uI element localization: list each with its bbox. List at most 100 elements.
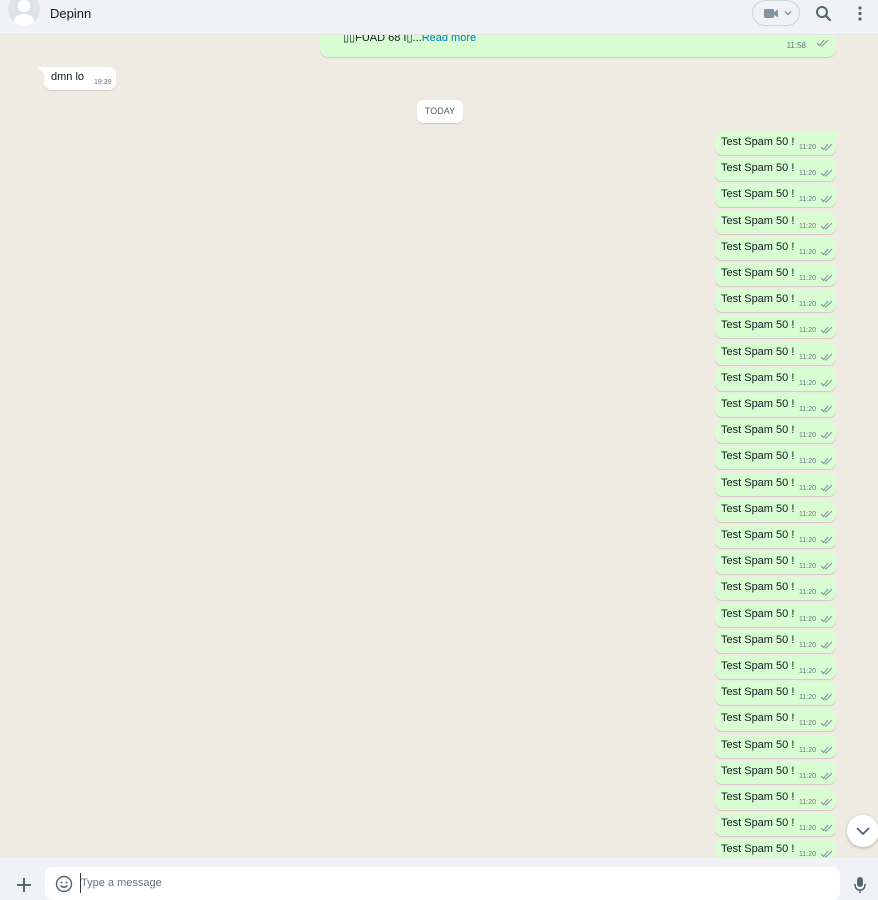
message-text: Test Spam 50 !	[721, 791, 795, 803]
message-time: 11:20	[799, 353, 816, 361]
message-time: 11:20	[799, 301, 816, 309]
outgoing-message: Test Spam 50 ! 11:20	[715, 420, 836, 444]
read-ticks-icon	[820, 615, 833, 623]
menu-button[interactable]	[852, 4, 868, 24]
contact-avatar[interactable]	[8, 0, 40, 26]
message-text: Test Spam 50 !	[721, 529, 795, 541]
message-time: 11:20	[799, 379, 816, 387]
message-text: Test Spam 50 !	[721, 371, 795, 384]
read-ticks-icon	[820, 824, 833, 832]
message-text: Test Spam 50 !	[721, 607, 795, 620]
message-time: 11:20	[799, 144, 816, 151]
date-divider: TODAY	[417, 100, 463, 123]
read-ticks-icon	[820, 300, 833, 308]
attach-button[interactable]	[14, 875, 34, 895]
read-ticks-icon	[820, 562, 833, 570]
scroll-down-button[interactable]	[847, 815, 878, 847]
message-time: 11:20	[799, 432, 816, 440]
message-input[interactable]	[80, 873, 821, 893]
message-time: 19:39	[94, 79, 112, 86]
chat-header: Depinn	[0, 0, 878, 35]
read-ticks-icon	[820, 379, 833, 387]
outgoing-message: Test Spam 50 ! 11:20	[715, 629, 836, 653]
read-ticks-icon	[820, 196, 833, 204]
message-text: dmn lo	[51, 71, 85, 83]
outgoing-message: Test Spam 50 ! 11:20	[715, 525, 836, 548]
outgoing-message: Test Spam 50 ! 11:20	[715, 551, 836, 575]
outgoing-message: Test Spam 50 ! 11:20	[715, 132, 842, 155]
read-ticks-icon	[820, 772, 833, 780]
outgoing-message: Test Spam 50 ! 11:20	[715, 394, 836, 417]
message-text: Test Spam 50 !	[721, 293, 795, 306]
read-ticks-icon	[820, 248, 833, 256]
message-text: Test Spam 50 !	[721, 240, 795, 253]
message-input-box	[45, 867, 840, 900]
message-text: ▯▯FUAD 68 I▯...Read more	[343, 35, 476, 44]
outgoing-message: Test Spam 50 ! 11:20	[715, 315, 836, 339]
incoming-message: dmn lo 19:39	[38, 67, 116, 90]
outgoing-message: Test Spam 50 ! 11:20	[715, 236, 836, 260]
read-ticks-icon	[820, 143, 833, 151]
message-time: 11:20	[799, 746, 816, 754]
read-ticks-icon	[820, 798, 833, 806]
message-text: Test Spam 50 !	[721, 345, 795, 358]
read-ticks-icon	[820, 851, 833, 858]
message-time: 11:20	[799, 615, 816, 623]
message-text: Test Spam 50 !	[721, 764, 795, 777]
message-time: 11:20	[799, 851, 816, 858]
message-time: 11:20	[799, 772, 816, 780]
read-ticks-icon	[820, 405, 833, 413]
message-text: Test Spam 50 !	[721, 738, 795, 751]
chevron-down-icon	[856, 827, 870, 836]
message-time: 11:20	[799, 458, 816, 466]
message-list[interactable]: ▯▯FUAD 68 I▯...Read more 11:58 dmn lo 19…	[0, 35, 878, 858]
message-text: Test Spam 50 !	[721, 502, 795, 515]
read-ticks-icon	[820, 222, 833, 230]
message-time: 11:20	[799, 327, 816, 335]
plus-icon	[17, 878, 31, 892]
message-time: 11:20	[799, 825, 816, 833]
outgoing-message: Test Spam 50 ! 11:20	[715, 263, 836, 286]
message-text: Test Spam 50 !	[721, 476, 795, 489]
outgoing-message: Test Spam 50 ! 11:20	[715, 184, 836, 208]
kebab-menu-icon	[858, 6, 862, 21]
composer-bar	[0, 858, 878, 900]
avatar-body	[12, 14, 36, 26]
outgoing-message-truncated: ▯▯FUAD 68 I▯...Read more 11:58	[320, 35, 836, 57]
video-call-button[interactable]	[752, 0, 800, 26]
read-ticks-icon	[820, 693, 833, 701]
message-time: 11:20	[799, 196, 816, 204]
message-time: 11:20	[799, 563, 816, 571]
outgoing-message: Test Spam 50 ! 11:20	[715, 472, 836, 496]
smiley-icon	[55, 875, 73, 893]
read-more-link[interactable]: Read more	[422, 35, 476, 44]
emoji-button[interactable]	[55, 875, 73, 893]
message-text: Test Spam 50 !	[721, 633, 795, 646]
voice-message-button[interactable]	[852, 875, 868, 895]
read-ticks-icon	[820, 720, 833, 728]
message-time: 11:20	[799, 510, 816, 518]
video-camera-icon	[764, 9, 792, 18]
message-time: 11:20	[799, 170, 816, 178]
message-time: 11:58	[786, 41, 806, 50]
message-text: Test Spam 50 !	[721, 398, 795, 410]
bubble-tail	[38, 67, 44, 74]
outgoing-message: Test Spam 50 ! 11:20	[715, 787, 836, 810]
message-time: 11:20	[799, 248, 816, 256]
read-ticks-icon	[816, 39, 829, 47]
message-time: 11:20	[799, 275, 816, 282]
read-ticks-icon	[820, 641, 833, 649]
outgoing-message: Test Spam 50 ! 11:20	[715, 289, 836, 313]
read-ticks-icon	[820, 353, 833, 361]
outgoing-message: Test Spam 50 ! 11:20	[715, 760, 836, 784]
message-text: Test Spam 50 !	[721, 267, 795, 279]
read-ticks-icon	[820, 327, 833, 335]
outgoing-message: Test Spam 50 ! 11:20	[715, 577, 836, 601]
outgoing-message: Test Spam 50 ! 11:20	[715, 341, 836, 365]
read-ticks-icon	[820, 458, 833, 466]
contact-name[interactable]: Depinn	[50, 6, 91, 21]
message-text: Test Spam 50 !	[721, 581, 795, 594]
read-ticks-icon	[820, 431, 833, 439]
search-button[interactable]	[814, 4, 834, 24]
message-time: 11:20	[799, 694, 816, 702]
